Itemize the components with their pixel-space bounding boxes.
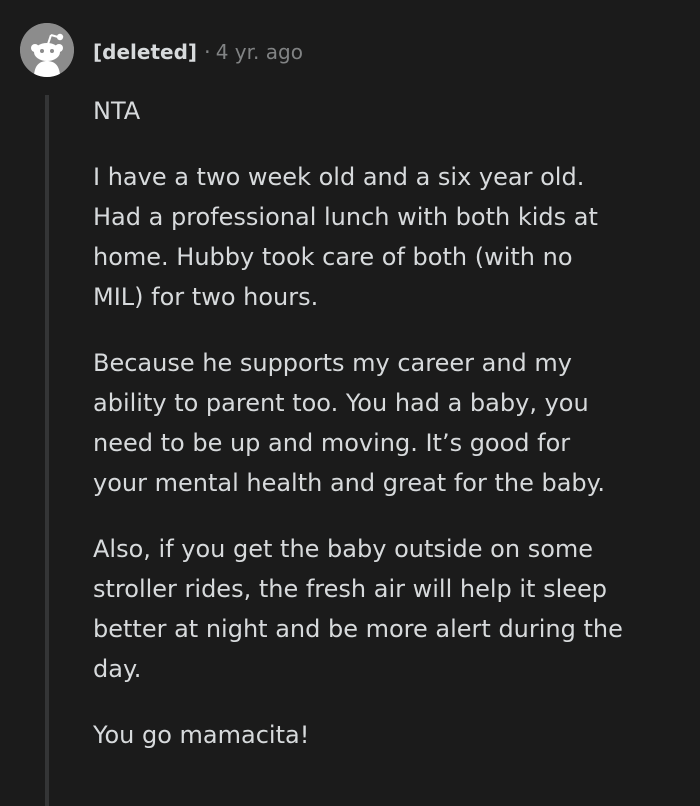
comment-paragraph: I have a two week old and a six year old… <box>93 157 683 317</box>
thread-line[interactable] <box>45 95 49 806</box>
comment-line: your mental health and great for the bab… <box>93 469 606 497</box>
comment-paragraph: You go mamacita! <box>93 715 683 755</box>
meta-separator: · <box>204 40 211 64</box>
snoo-avatar-icon <box>20 23 74 77</box>
comment-line: ability to parent too. You had a baby, y… <box>93 389 589 417</box>
comment-timestamp[interactable]: 4 yr. ago <box>216 40 303 64</box>
comment-line: better at night and be more alert during… <box>93 615 623 643</box>
author-name[interactable]: [deleted] <box>93 40 197 64</box>
avatar[interactable] <box>20 23 74 77</box>
comment-line: Had a professional lunch with both kids … <box>93 203 598 231</box>
comment-body: NTA I have a two week old and a six year… <box>93 91 683 781</box>
comment-paragraph: NTA <box>93 91 683 131</box>
comment-line: I have a two week old and a six year old… <box>93 163 585 191</box>
comment-paragraph: Because he supports my career and my abi… <box>93 343 683 503</box>
comment-line: You go mamacita! <box>93 721 310 749</box>
comment-line: NTA <box>93 97 141 125</box>
comment: [deleted] · 4 yr. ago NTA I have a two wee… <box>0 0 700 806</box>
comment-line: need to be up and moving. It’s good for <box>93 429 571 457</box>
comment-line: day. <box>93 655 142 683</box>
comment-line: MIL) for two hours. <box>93 283 319 311</box>
comment-line: home. Hubby took care of both (with no <box>93 243 573 271</box>
comment-line: stroller rides, the fresh air will help … <box>93 575 608 603</box>
comment-paragraph: Also, if you get the baby outside on som… <box>93 529 683 689</box>
comment-line: Also, if you get the baby outside on som… <box>93 535 594 563</box>
comment-meta: [deleted] · 4 yr. ago <box>93 37 303 67</box>
comment-line: Because he supports my career and my <box>93 349 572 377</box>
